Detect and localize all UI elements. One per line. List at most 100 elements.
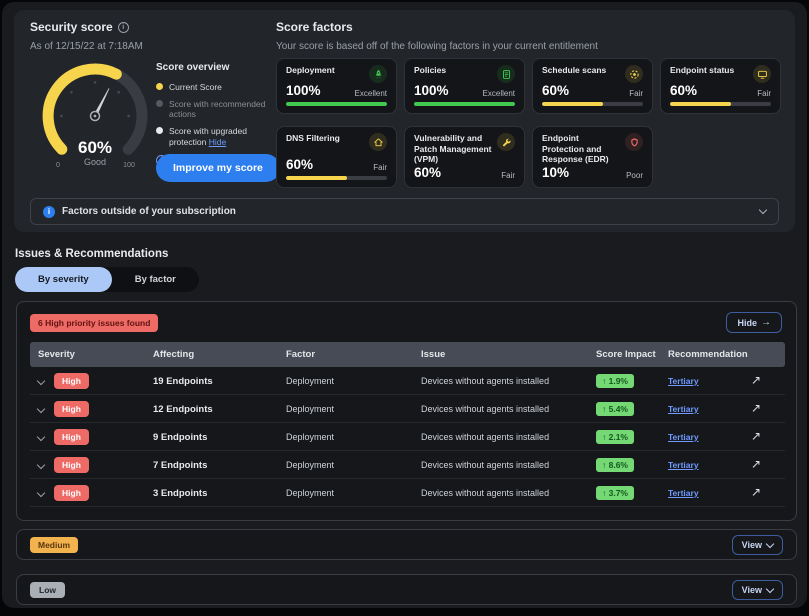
issues-recommendations-title: Issues & Recommendations — [15, 248, 168, 260]
score-factor-card: Deployment 100% Excellent — [276, 58, 397, 114]
score-impact-badge: ↑ 3.7% — [596, 486, 634, 500]
issue-table-row: High 3 Endpoints Deployment Devices with… — [30, 479, 785, 507]
factor-rating: Fair — [501, 171, 515, 180]
low-severity-badge: Low — [30, 582, 65, 598]
hide-upgraded-link[interactable]: Hide — [209, 137, 226, 147]
factor-name: Endpoint status — [670, 65, 749, 76]
high-priority-count-badge: 6 High priority issues found — [30, 314, 158, 332]
high-priority-issues-panel: 6 High priority issues found Hide Severi… — [16, 301, 797, 521]
policy-document-icon — [497, 65, 515, 83]
wrench-icon — [497, 133, 515, 151]
external-link-icon[interactable] — [751, 401, 761, 415]
hide-button[interactable]: Hide — [726, 312, 782, 333]
col-score-impact: Score Impact — [596, 342, 656, 367]
severity-badge: High — [54, 457, 89, 473]
affecting-cell: 9 Endpoints — [153, 423, 207, 451]
legend-upgraded-protection: Score with upgraded protection Hide — [156, 126, 281, 147]
low-priority-panel: Low View — [16, 574, 797, 605]
factor-score-value: 60% — [286, 157, 313, 172]
issue-cell: Devices without agents installed — [421, 395, 549, 423]
score-factor-card: Policies 100% Excellent — [404, 58, 525, 114]
tab-by-factor[interactable]: By factor — [112, 267, 199, 292]
factor-score-value: 10% — [542, 165, 569, 180]
expand-chevron-icon[interactable] — [37, 461, 45, 469]
score-overview-title: Score overview — [156, 62, 281, 73]
issue-cell: Devices without agents installed — [421, 423, 549, 451]
affecting-cell: 3 Endpoints — [153, 479, 207, 507]
dashboard: Security score i As of 12/15/22 at 7:18A… — [0, 0, 809, 616]
shield-icon — [625, 133, 643, 151]
col-issue: Issue — [421, 342, 445, 367]
factor-rating: Fair — [373, 163, 387, 172]
improve-my-score-button[interactable]: Improve my score — [156, 154, 280, 182]
medium-priority-panel: Medium View — [16, 529, 797, 560]
issues-tabs: By severity By factor — [15, 267, 199, 292]
view-low-button[interactable]: View — [732, 580, 783, 600]
rocket-icon — [369, 65, 387, 83]
security-score-gauge: 60% Good 0 100 — [30, 56, 160, 186]
external-link-icon[interactable] — [751, 429, 761, 443]
recommendation-link[interactable]: Tertiary — [668, 404, 699, 414]
factor-name: DNS Filtering — [286, 133, 365, 144]
col-factor: Factor — [286, 342, 315, 367]
severity-badge: High — [54, 485, 89, 501]
score-factor-cards: Deployment 100% Excellent Policies 100% … — [276, 58, 781, 188]
expand-chevron-icon[interactable] — [37, 405, 45, 413]
factor-cell: Deployment — [286, 479, 334, 507]
scan-icon — [625, 65, 643, 83]
factor-progress-bar — [542, 102, 643, 106]
score-impact-badge: ↑ 2.1% — [596, 430, 634, 444]
score-factors-subtitle: Your score is based off of the following… — [276, 41, 598, 52]
arrow-right-icon — [761, 317, 771, 328]
issues-table-body: High 19 Endpoints Deployment Devices wit… — [30, 367, 785, 507]
factor-rating: Excellent — [483, 89, 515, 98]
chevron-down-icon — [766, 584, 774, 592]
external-link-icon[interactable] — [751, 485, 761, 499]
factors-outside-subscription-row[interactable]: i Factors outside of your subscription — [30, 198, 779, 225]
score-impact-badge: ↑ 8.6% — [596, 458, 634, 472]
severity-badge: High — [54, 373, 89, 389]
factor-rating: Fair — [629, 89, 643, 98]
score-timestamp: As of 12/15/22 at 7:18AM — [30, 41, 143, 52]
factor-score-value: 60% — [414, 165, 441, 180]
affecting-cell: 19 Endpoints — [153, 367, 213, 395]
security-score-title-text: Security score — [30, 20, 113, 34]
score-impact-badge: ↑ 5.4% — [596, 402, 634, 416]
factor-progress-bar — [286, 176, 387, 180]
score-factor-card: Endpoint status 60% Fair — [660, 58, 781, 114]
expand-chevron-icon[interactable] — [37, 489, 45, 497]
external-link-icon[interactable] — [751, 373, 761, 387]
factor-cell: Deployment — [286, 423, 334, 451]
recommended-score-dot-icon — [156, 100, 163, 107]
factor-score-value: 60% — [670, 83, 697, 98]
issue-table-row: High 19 Endpoints Deployment Devices wit… — [30, 367, 785, 395]
recommendation-link[interactable]: Tertiary — [668, 460, 699, 470]
score-factors-title: Score factors — [276, 20, 353, 34]
col-recommendation: Recommendation — [668, 342, 748, 367]
factor-score-value: 100% — [286, 83, 321, 98]
external-link-icon[interactable] — [751, 457, 761, 471]
recommendation-link[interactable]: Tertiary — [668, 488, 699, 498]
affecting-cell: 12 Endpoints — [153, 395, 213, 423]
factor-cell: Deployment — [286, 451, 334, 479]
legend-current-score: Current Score — [156, 82, 281, 93]
expand-chevron-icon[interactable] — [37, 377, 45, 385]
expand-chevron-icon[interactable] — [37, 433, 45, 441]
factor-progress-bar — [286, 102, 387, 106]
tab-by-severity[interactable]: By severity — [15, 267, 112, 292]
issue-cell: Devices without agents installed — [421, 479, 549, 507]
factor-cell: Deployment — [286, 367, 334, 395]
view-medium-button[interactable]: View — [732, 535, 783, 555]
score-factor-card: DNS Filtering 60% Fair — [276, 126, 397, 188]
severity-badge: High — [54, 429, 89, 445]
recommendation-link[interactable]: Tertiary — [668, 376, 699, 386]
severity-badge: High — [54, 401, 89, 417]
monitor-icon — [753, 65, 771, 83]
recommendation-link[interactable]: Tertiary — [668, 432, 699, 442]
factor-score-value: 60% — [542, 83, 569, 98]
factor-rating: Fair — [757, 89, 771, 98]
factor-name: Deployment — [286, 65, 365, 76]
info-icon[interactable]: i — [118, 22, 129, 33]
issue-table-row: High 12 Endpoints Deployment Devices wit… — [30, 395, 785, 423]
legend-recommended-actions: Score with recommended actions — [156, 99, 281, 120]
